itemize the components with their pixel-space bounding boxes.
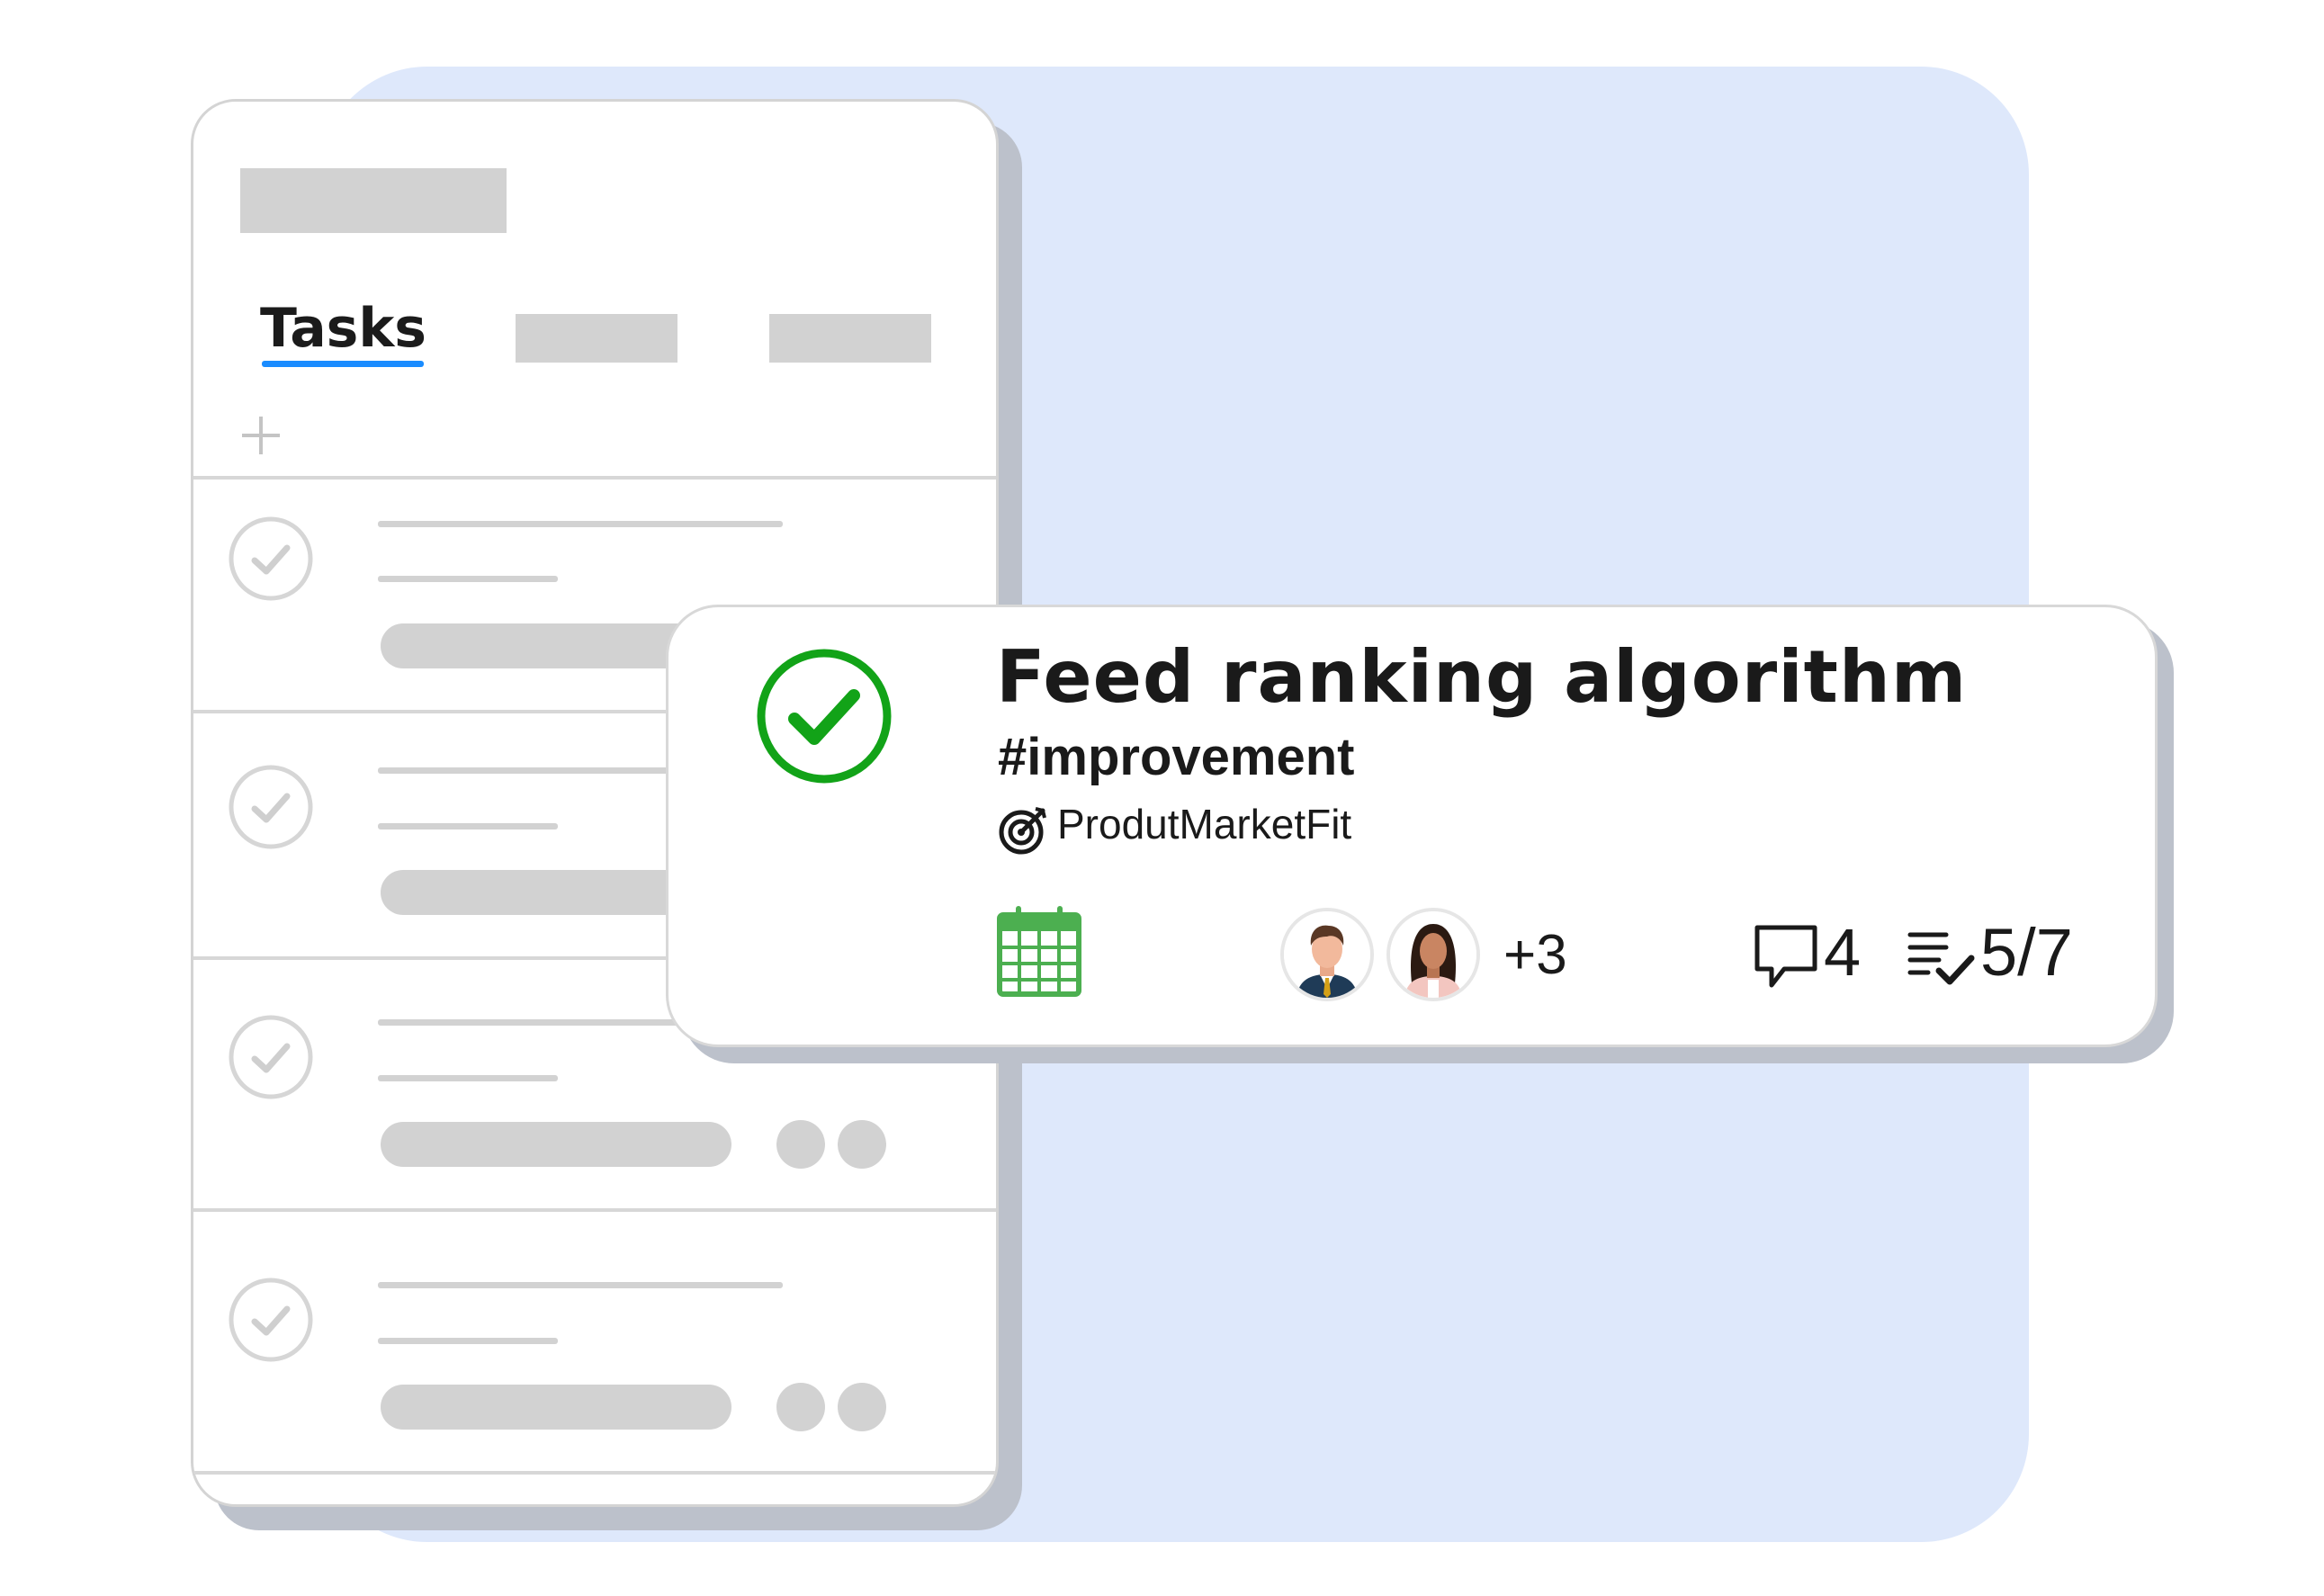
comment-icon[interactable] (1752, 922, 1820, 991)
divider (193, 1208, 996, 1212)
avatar-man-icon (1284, 911, 1370, 998)
check-circle-icon[interactable] (228, 764, 314, 850)
task-goal[interactable]: ProdutMarketFit (1057, 800, 1351, 849)
tab-tasks-underline (262, 361, 424, 367)
comments-count[interactable]: 4 (1824, 913, 1861, 993)
text-placeholder (378, 521, 783, 527)
check-circle-icon[interactable] (228, 1014, 314, 1100)
tab-placeholder[interactable] (769, 314, 931, 363)
divider (193, 1471, 996, 1475)
avatar-woman-icon (1390, 911, 1476, 998)
extra-assignees-count[interactable]: +3 (1503, 922, 1567, 989)
task-tag[interactable]: #improvement (998, 726, 1354, 789)
avatar-placeholder (776, 1383, 825, 1431)
avatar-placeholder (776, 1120, 825, 1169)
check-circle-icon[interactable] (755, 647, 893, 785)
text-placeholder (378, 1338, 558, 1344)
avatar-placeholder (838, 1120, 886, 1169)
project-title-placeholder (240, 168, 507, 233)
target-icon (999, 807, 1046, 855)
tab-placeholder[interactable] (516, 314, 677, 363)
tag-placeholder (381, 1385, 731, 1430)
tab-tasks[interactable]: Tasks (260, 301, 426, 355)
checklist-icon[interactable] (1907, 928, 1977, 991)
tag-placeholder (381, 1122, 731, 1167)
check-circle-icon[interactable] (228, 516, 314, 602)
text-placeholder (378, 576, 558, 582)
text-placeholder (378, 1075, 558, 1081)
avatar[interactable] (1386, 908, 1480, 1001)
checklist-progress[interactable]: 5/7 (1980, 913, 2073, 993)
task-title[interactable]: Feed ranking algorithm (996, 634, 1967, 721)
text-placeholder (378, 823, 558, 829)
text-placeholder (378, 1282, 783, 1288)
task-card[interactable]: Feed ranking algorithm #improvement Prod… (666, 605, 2158, 1047)
plus-icon[interactable] (238, 413, 283, 458)
divider (193, 476, 996, 480)
avatar-placeholder (838, 1383, 886, 1431)
check-circle-icon[interactable] (228, 1277, 314, 1363)
calendar-icon[interactable] (996, 904, 1082, 998)
avatar[interactable] (1280, 908, 1374, 1001)
